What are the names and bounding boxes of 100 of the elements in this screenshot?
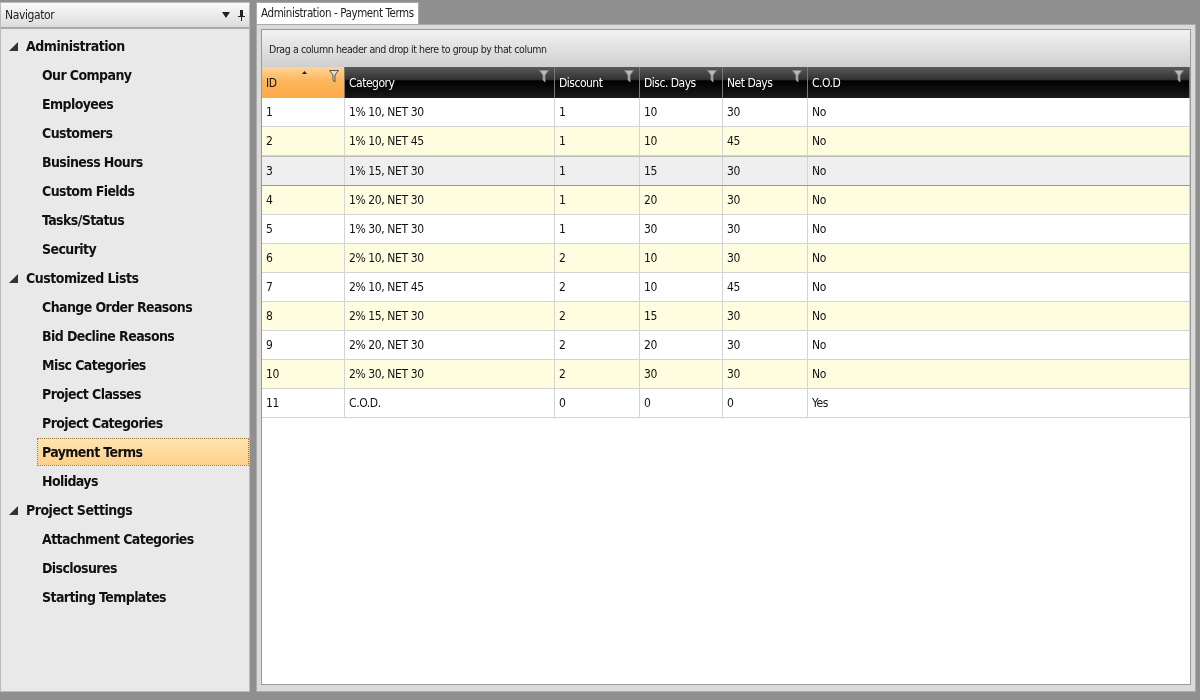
pin-icon[interactable] <box>238 9 245 21</box>
column-header[interactable]: Discount <box>555 67 640 98</box>
grid-row[interactable]: 7 2% 10, NET 45 2 10 45 No <box>262 273 1190 302</box>
tree-item[interactable]: Security <box>37 235 249 263</box>
table-cell: 10 <box>640 273 723 301</box>
table-cell: 2% 10, NET 30 <box>345 244 555 272</box>
table-cell: 1% 30, NET 30 <box>345 215 555 243</box>
grid-row[interactable]: 3 1% 15, NET 30 1 15 30 No <box>262 156 1190 186</box>
filter-icon[interactable] <box>624 70 634 83</box>
grid-row[interactable]: 2 1% 10, NET 45 1 10 45 No <box>262 127 1190 156</box>
table-cell: 30 <box>640 215 723 243</box>
tree-item[interactable]: Payment Terms <box>37 438 249 466</box>
tree-item[interactable]: Custom Fields <box>37 177 249 205</box>
table-cell: 30 <box>640 360 723 388</box>
tree-item[interactable]: Change Order Reasons <box>37 293 249 321</box>
tree-group-item[interactable]: Project Settings <box>1 496 249 524</box>
table-cell: 20 <box>640 331 723 359</box>
table-cell: 30 <box>723 186 808 214</box>
document-tab[interactable]: Administration - Payment Terms <box>256 2 419 24</box>
column-header[interactable]: C.O.D <box>808 67 1190 98</box>
table-cell: 15 <box>640 302 723 330</box>
grid-row[interactable]: 6 2% 10, NET 30 2 10 30 No <box>262 244 1190 273</box>
tree-item[interactable]: Holidays <box>37 467 249 495</box>
table-cell: 2 <box>555 360 640 388</box>
column-header[interactable]: ID <box>262 67 345 98</box>
table-cell: 0 <box>555 389 640 417</box>
table-cell: 2 <box>262 127 345 155</box>
table-cell: 30 <box>723 331 808 359</box>
grid-row[interactable]: 11 C.O.D. 0 0 0 Yes <box>262 389 1190 418</box>
table-cell: 0 <box>723 389 808 417</box>
column-header[interactable]: Category <box>345 67 555 98</box>
table-cell: 9 <box>262 331 345 359</box>
tree-item[interactable]: Customers <box>37 119 249 147</box>
table-cell: No <box>808 331 1190 359</box>
table-cell: 20 <box>640 186 723 214</box>
table-cell: 2 <box>555 302 640 330</box>
table-cell: 2% 10, NET 45 <box>345 273 555 301</box>
tree-item[interactable]: Misc Categories <box>37 351 249 379</box>
filter-icon[interactable] <box>329 70 339 83</box>
filter-icon[interactable] <box>1174 70 1184 83</box>
table-cell: 1 <box>555 215 640 243</box>
tree-item[interactable]: Bid Decline Reasons <box>37 322 249 350</box>
filter-icon[interactable] <box>707 70 717 83</box>
sort-ascending-icon <box>302 71 307 74</box>
tree-item[interactable]: Project Classes <box>37 380 249 408</box>
table-cell: No <box>808 360 1190 388</box>
table-cell: 2% 15, NET 30 <box>345 302 555 330</box>
table-cell: 1 <box>555 127 640 155</box>
tree-group-item[interactable]: Customized Lists <box>1 264 249 292</box>
table-cell: 2 <box>555 244 640 272</box>
grid-row[interactable]: 1 1% 10, NET 30 1 10 30 No <box>262 98 1190 127</box>
table-cell: No <box>808 127 1190 155</box>
tree-item[interactable]: Our Company <box>37 61 249 89</box>
dropdown-icon[interactable] <box>222 12 230 18</box>
filter-icon[interactable] <box>792 70 802 83</box>
collapse-arrow-icon[interactable] <box>9 505 18 515</box>
grid-row[interactable]: 5 1% 30, NET 30 1 30 30 No <box>262 215 1190 244</box>
grid-row[interactable]: 9 2% 20, NET 30 2 20 30 No <box>262 331 1190 360</box>
group-hint: Drag a column header and drop it here to group by that column <box>269 42 547 55</box>
collapse-arrow-icon[interactable] <box>9 273 18 283</box>
tree-item[interactable]: Attachment Categories <box>37 525 249 553</box>
tree-item[interactable]: Project Categories <box>37 409 249 437</box>
table-cell: 2 <box>555 331 640 359</box>
table-cell: No <box>808 186 1190 214</box>
table-cell: 4 <box>262 186 345 214</box>
table-cell: 30 <box>723 302 808 330</box>
table-cell: 11 <box>262 389 345 417</box>
tree-item[interactable]: Starting Templates <box>37 583 249 611</box>
table-cell: 45 <box>723 127 808 155</box>
table-cell: 8 <box>262 302 345 330</box>
table-cell: No <box>808 302 1190 330</box>
grid-row[interactable]: 8 2% 15, NET 30 2 15 30 No <box>262 302 1190 331</box>
table-cell: 30 <box>723 244 808 272</box>
grid-row[interactable]: 10 2% 30, NET 30 2 30 30 No <box>262 360 1190 389</box>
panel-title: Navigator <box>5 8 56 22</box>
column-header[interactable]: Net Days <box>723 67 808 98</box>
tree-item[interactable]: Business Hours <box>37 148 249 176</box>
table-cell: 0 <box>640 389 723 417</box>
table-cell: 10 <box>640 98 723 126</box>
table-cell: 30 <box>723 215 808 243</box>
table-cell: 2% 30, NET 30 <box>345 360 555 388</box>
table-cell: C.O.D. <box>345 389 555 417</box>
tree-item[interactable]: Employees <box>37 90 249 118</box>
collapse-arrow-icon[interactable] <box>9 41 18 51</box>
table-cell: 10 <box>640 127 723 155</box>
table-cell: 10 <box>640 244 723 272</box>
table-cell: 6 <box>262 244 345 272</box>
tree-group-item[interactable]: Administration <box>1 32 249 60</box>
table-cell: No <box>808 215 1190 243</box>
table-cell: No <box>808 273 1190 301</box>
tree-item[interactable]: Tasks/Status <box>37 206 249 234</box>
table-cell: 1 <box>262 98 345 126</box>
table-cell: 30 <box>723 98 808 126</box>
column-header[interactable]: Disc. Days <box>640 67 723 98</box>
filter-icon[interactable] <box>539 70 549 83</box>
grid-row[interactable]: 4 1% 20, NET 30 1 20 30 No <box>262 186 1190 215</box>
tree-item[interactable]: Disclosures <box>37 554 249 582</box>
table-cell: 1 <box>555 157 640 185</box>
table-cell: 1% 10, NET 45 <box>345 127 555 155</box>
table-cell: 1% 15, NET 30 <box>345 157 555 185</box>
